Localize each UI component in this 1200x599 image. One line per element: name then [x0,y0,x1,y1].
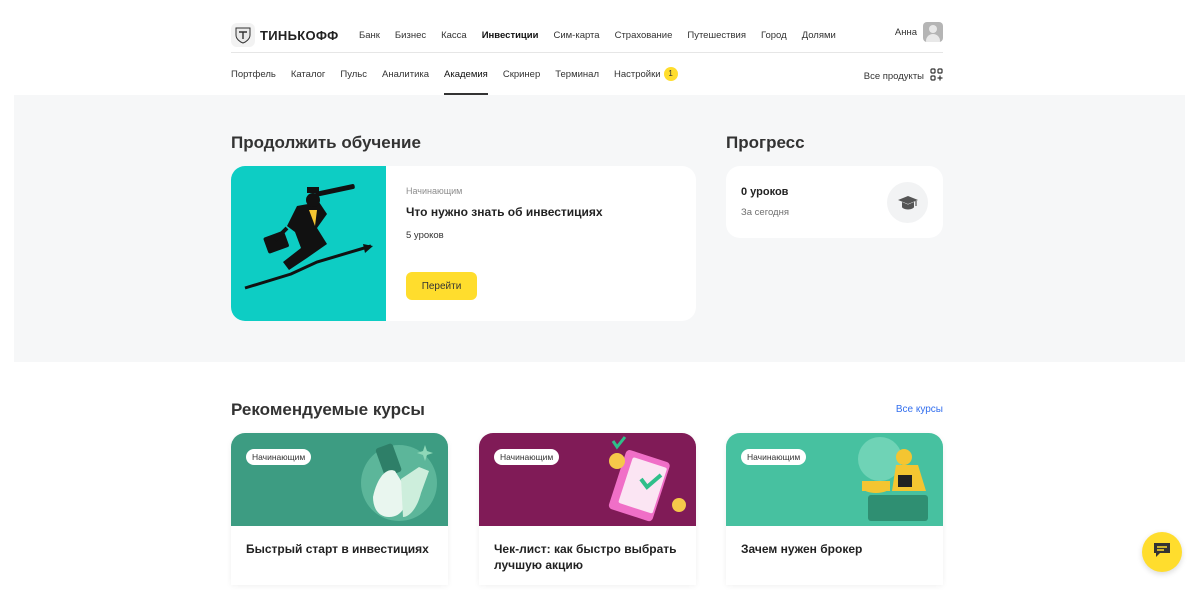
nav-city[interactable]: Город [761,30,787,41]
tab-pulse[interactable]: Пульс [340,54,367,95]
graduation-cap-icon [887,182,928,223]
course-name: Что нужно знать об инвестициях [406,205,603,219]
recommended-courses-title: Рекомендуемые курсы [231,400,425,419]
tab-terminal[interactable]: Терминал [555,54,599,95]
nav-business[interactable]: Бизнес [395,30,426,41]
course-card-quick-start[interactable]: Начинающим Быстрый старт в инвестициях [231,433,448,585]
nav-investments[interactable]: Инвестиции [482,30,539,41]
course-title: Чек-лист: как быстро выбрать лучшую акци… [494,542,677,572]
course-title: Быстрый старт в инвестициях [246,542,429,556]
businessman-telescope-illustration [231,166,386,321]
course-level-pill: Начинающим [246,449,312,465]
continue-course-info: Начинающим Что нужно знать об инвестиция… [386,166,696,321]
course-card-checklist[interactable]: Начинающим Чек-лист: как быстро выбрать … [479,433,696,585]
go-button[interactable]: Перейти [406,272,477,300]
logo-shield-icon [231,23,255,47]
course-card-image: Начинающим [231,433,448,526]
course-level: Начинающим [406,186,463,196]
continue-learning-title: Продолжить обучение [231,133,421,152]
course-lessons-count: 5 уроков [406,230,444,241]
all-products-label: Все продукты [863,70,924,82]
tab-academy[interactable]: Академия [444,54,488,95]
course-card-image: Начинающим [726,433,943,526]
nav-sim-card[interactable]: Сим-карта [553,30,599,41]
course-card-broker[interactable]: Начинающим Зачем нужен брокер [726,433,943,585]
all-courses-link[interactable]: Все курсы [896,404,943,415]
course-level-pill: Начинающим [494,449,560,465]
logo[interactable]: ТИНЬКОФФ [231,23,359,47]
nav-insurance[interactable]: Страхование [615,30,673,41]
tab-catalog[interactable]: Каталог [291,54,326,95]
progress-title: Прогресс [726,133,805,152]
chat-icon [1152,541,1172,564]
grid-plus-icon [930,68,943,84]
course-card-image: Начинающим [479,433,696,526]
progress-card: 0 уроков За сегодня [726,166,943,238]
chat-button[interactable] [1142,532,1182,572]
main-nav: Банк Бизнес Касса Инвестиции Сим-карта С… [359,30,851,41]
settings-badge: 1 [663,67,678,81]
all-products-link[interactable]: Все продукты [864,68,943,84]
logo-text: ТИНЬКОФФ [260,27,339,43]
nav-travel[interactable]: Путешествия [687,30,746,41]
nav-kassa[interactable]: Касса [441,30,467,41]
nav-bank[interactable]: Банк [359,30,380,41]
tab-settings[interactable]: Настройки 1 [614,54,678,95]
user-menu[interactable]: Анна [895,22,943,42]
tab-settings-label: Настройки [614,69,661,80]
avatar[interactable] [923,22,943,42]
user-name: Анна [894,26,917,38]
investments-subnav: Портфель Каталог Пульс Аналитика Академи… [231,54,943,95]
top-header: ТИНЬКОФФ Банк Бизнес Касса Инвестиции Си… [231,18,943,53]
course-title: Зачем нужен брокер [741,542,863,556]
continue-course-card[interactable]: Начинающим Что нужно знать об инвестиция… [231,166,696,321]
nav-dolyami[interactable]: Долями [802,30,836,41]
tab-portfolio[interactable]: Портфель [231,54,276,95]
tab-analytics[interactable]: Аналитика [382,54,429,95]
course-level-pill: Начинающим [741,449,807,465]
tab-screener[interactable]: Скринер [503,54,540,95]
